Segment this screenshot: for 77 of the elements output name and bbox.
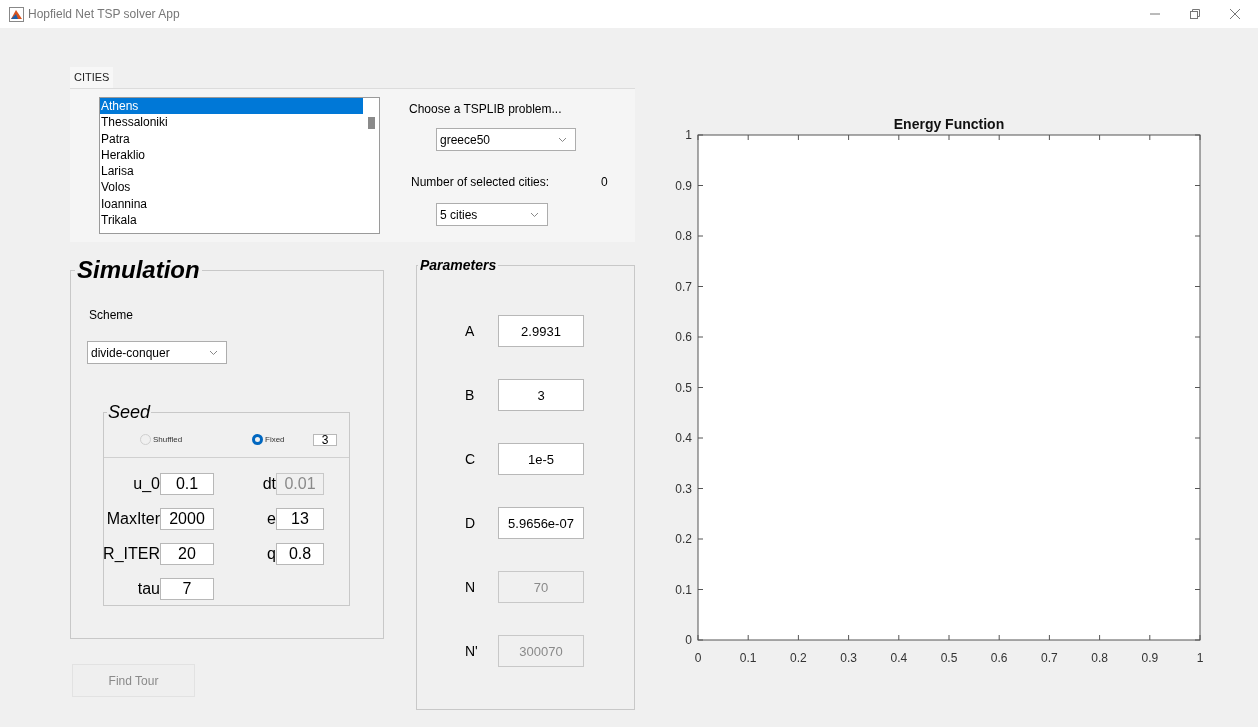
chart-title: Energy Function [893, 116, 1005, 132]
app-logo-icon [9, 6, 24, 22]
radio-button[interactable] [252, 434, 263, 445]
parameter-label: A [465, 321, 476, 341]
city-list-item[interactable]: Ioannina [100, 195, 363, 213]
restore-icon[interactable] [1189, 8, 1201, 20]
radio-label: Shuffled [153, 433, 183, 446]
scheme-dropdown[interactable]: divide-conquer [87, 341, 227, 364]
field-label: tau [137, 579, 160, 599]
y-tick-label: 0.2 [675, 532, 692, 546]
seed-title: Seed [107, 402, 152, 422]
x-tick-label: 0.8 [1091, 651, 1108, 665]
number-field[interactable]: 7 [160, 578, 214, 600]
y-tick-label: 0.6 [675, 330, 692, 344]
x-tick-label: 0.1 [739, 651, 757, 665]
x-tick-label: 0.4 [890, 651, 908, 665]
number-field[interactable]: 3 [498, 379, 584, 411]
parameter-label: B [465, 385, 476, 405]
number-field[interactable]: 5.9656e-07 [498, 507, 584, 539]
y-tick-label: 0.4 [675, 431, 692, 445]
simulation-title: Simulation [76, 256, 201, 284]
problem-dropdown[interactable]: greece50 [436, 128, 576, 151]
number-field[interactable]: 0.1 [160, 473, 214, 495]
y-tick-label: 1 [685, 128, 692, 142]
selected-count: 0 [601, 174, 608, 191]
close-icon[interactable] [1229, 8, 1241, 20]
cities-count-dropdown[interactable]: 5 cities [436, 203, 548, 226]
window-title: Hopfield Net TSP solver App [28, 6, 180, 23]
x-tick-label: 1 [1196, 651, 1204, 665]
scheme-label: Scheme [89, 307, 135, 324]
y-tick-label: 0 [685, 633, 692, 647]
y-tick-label: 0.9 [675, 178, 692, 193]
cities-tab[interactable]: CITIES [70, 67, 114, 88]
x-tick-label: 0.3 [840, 651, 857, 665]
field-label: dt [262, 474, 276, 494]
selected-count-label: Number of selected cities: [411, 174, 551, 191]
y-tick-label: 0.8 [675, 229, 692, 243]
radio-label: Fixed [265, 433, 285, 446]
number-field[interactable]: 0.8 [276, 543, 324, 565]
field-label: e [267, 509, 276, 529]
parameters-title: Parameters [419, 256, 498, 275]
chevron-icon [558, 136, 567, 143]
number-field[interactable]: 20 [160, 543, 214, 565]
city-list-item[interactable]: Larisa [100, 163, 363, 180]
x-tick-label: 0.5 [940, 651, 958, 665]
number-field[interactable]: 2000 [160, 508, 214, 530]
x-tick-label: 0 [694, 651, 702, 665]
x-tick-label: 0.6 [990, 651, 1008, 665]
chevron-icon [530, 211, 539, 218]
x-tick-label: 0.9 [1141, 651, 1159, 665]
scrollbar-thumb[interactable] [367, 117, 375, 129]
field-label: u_0 [133, 474, 160, 494]
field-label: MaxIter [106, 509, 160, 529]
city-list-item[interactable]: Volos [100, 179, 363, 196]
x-tick-label: 0.2 [790, 651, 807, 665]
parameter-label: N' [465, 641, 479, 661]
y-tick-label: 0.3 [675, 481, 692, 496]
problem-label: Choose a TSPLIB problem... [409, 101, 563, 118]
number-field[interactable]: 13 [276, 508, 324, 530]
parameter-label: C [465, 449, 477, 469]
y-tick-label: 0.5 [675, 380, 692, 395]
y-tick-label: 0.1 [675, 582, 692, 597]
city-list-item[interactable]: Trikala [100, 212, 363, 229]
city-list-item[interactable]: Thessaloniki [100, 114, 363, 131]
number-field[interactable]: 1e-5 [498, 443, 584, 475]
field-label: R_ITER [103, 544, 160, 564]
parameter-label: D [465, 513, 477, 533]
city-list-item[interactable]: Athens [100, 98, 363, 115]
parameter-label: N [465, 577, 477, 597]
city-list-item[interactable]: Heraklio [100, 146, 363, 164]
seed-value-field[interactable]: 3 [313, 433, 337, 446]
y-tick-label: 0.7 [675, 279, 692, 294]
chevron-icon [209, 349, 218, 356]
field-label: q [267, 544, 276, 564]
city-list-item[interactable]: Patra [100, 130, 363, 147]
x-tick-label: 0.7 [1041, 651, 1058, 665]
number-field[interactable]: 2.9931 [498, 315, 584, 347]
